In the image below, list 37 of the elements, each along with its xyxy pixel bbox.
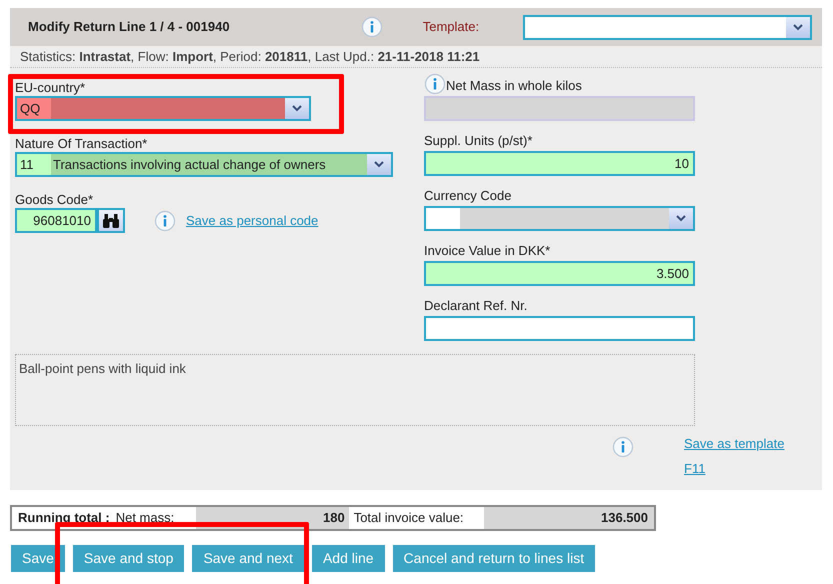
field-label: Invoice Value in DKK* [424, 242, 550, 260]
dropdown-field[interactable]: 11 Transactions involving actual change of owners [15, 152, 393, 177]
input-field[interactable]: 96081010 [15, 208, 97, 233]
save-personal-code-link[interactable]: Save as personal code [186, 210, 318, 230]
action-button[interactable]: Save and stop [72, 545, 184, 572]
template-dropdown[interactable] [522, 14, 812, 40]
description-box: Ball-point pens with liquid ink [15, 354, 695, 426]
input-field[interactable]: 10 [424, 151, 695, 176]
dropdown-field[interactable] [424, 206, 695, 231]
action-button[interactable]: Add line [312, 545, 385, 572]
input-field[interactable] [424, 316, 695, 341]
field-label: Declarant Ref. Nr. [424, 297, 528, 316]
binoculars-icon [102, 212, 120, 228]
net-mass-label: Net mass: [116, 509, 176, 528]
invoice-total-value: 136.500 [484, 507, 654, 529]
field-label: Net Mass in whole kilos [446, 77, 582, 96]
field-label: Currency Code [424, 187, 512, 206]
field-label: Nature Of Transaction* [15, 135, 148, 150]
save-template-link[interactable]: Save as template [684, 434, 784, 454]
action-button[interactable]: Save and next [192, 545, 304, 572]
lookup-button[interactable] [97, 208, 125, 233]
field-label: EU-country* [15, 79, 86, 94]
field-label: Suppl. Units (p/st)* [424, 132, 532, 150]
statistics-line: Statistics: Intrastat, Flow: Import, Period: 201811, Last Upd.: 21-11-2018 11:21 [20, 48, 480, 66]
running-total-label: Running total : [17, 509, 111, 528]
action-button[interactable]: Save [11, 545, 65, 572]
shortcut-link[interactable]: F11 [684, 458, 706, 478]
info-icon[interactable] [154, 210, 176, 232]
input-field[interactable]: 3.500 [424, 261, 695, 286]
info-icon[interactable] [612, 436, 634, 458]
info-icon[interactable] [360, 16, 383, 38]
field-label: Goods Code* [15, 191, 94, 206]
template-label: Template: [422, 18, 480, 36]
dropdown-field[interactable]: QQ [15, 96, 311, 121]
action-button[interactable]: Cancel and return to lines list [392, 545, 596, 572]
form-title: Modify Return Line 1 / 4 - 001940 [28, 18, 231, 36]
invoice-total-label: Total invoice value: [352, 509, 465, 528]
